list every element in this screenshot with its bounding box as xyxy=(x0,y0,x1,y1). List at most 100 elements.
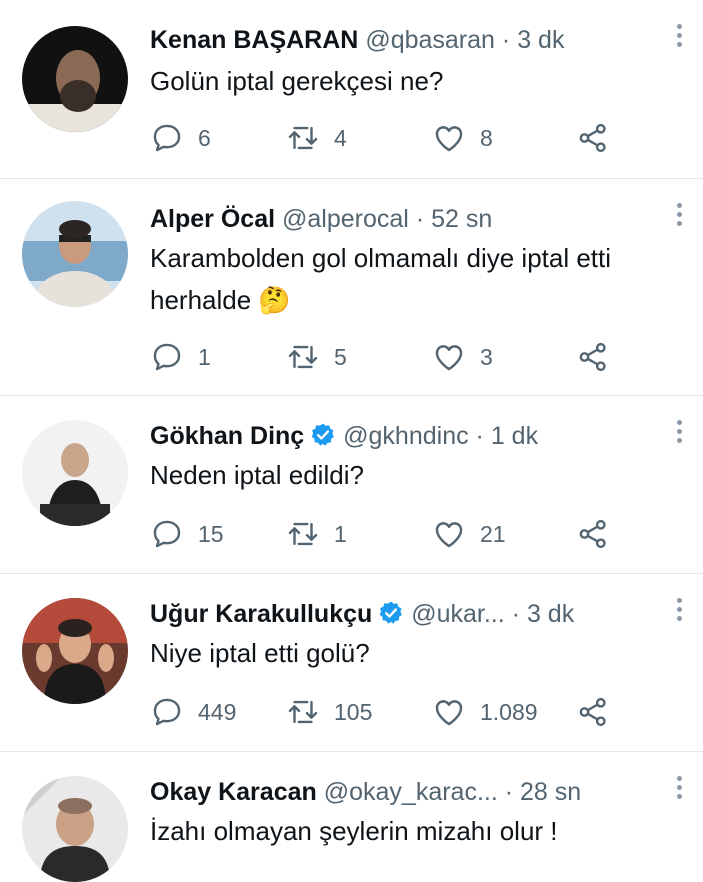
reply-icon xyxy=(153,343,181,371)
reply-button[interactable]: 449 xyxy=(150,692,236,732)
timestamp[interactable]: 52 sn xyxy=(431,205,492,233)
tweet-text: Golün iptal gerekçesi ne? xyxy=(150,60,689,102)
separator-dot: · xyxy=(415,205,425,233)
reply-icon xyxy=(153,124,181,152)
tweet-card[interactable]: Alper Öcal @alperocal · 52 sn Karambolde… xyxy=(0,179,703,396)
share-button[interactable] xyxy=(576,514,610,554)
separator-dot: · xyxy=(475,422,484,450)
more-options-icon[interactable] xyxy=(675,598,683,628)
reply-button[interactable]: 6 xyxy=(150,118,211,158)
tweet-card[interactable]: Okay Karacan @okay_karac... · 28 sn İzah… xyxy=(0,752,703,882)
avatar[interactable] xyxy=(22,26,128,132)
separator-dot: · xyxy=(504,778,514,806)
more-options-icon[interactable] xyxy=(675,420,683,450)
share-button[interactable] xyxy=(576,692,610,732)
retweet-button[interactable]: 4 xyxy=(286,118,347,158)
reply-button[interactable]: 15 xyxy=(150,514,224,554)
author-handle[interactable]: @alperocal xyxy=(282,205,409,233)
tweet-header: Gökhan Dinç @gkhndinc · 1 dk xyxy=(150,418,663,454)
author-name[interactable]: Gökhan Dinç xyxy=(150,422,304,450)
share-icon xyxy=(579,342,606,372)
heart-icon xyxy=(435,345,463,371)
author-handle[interactable]: @ukar... xyxy=(411,600,504,628)
heart-icon xyxy=(435,126,463,152)
like-button[interactable]: 21 xyxy=(432,514,506,554)
share-button[interactable] xyxy=(576,337,610,377)
share-icon xyxy=(579,123,606,153)
tweet-text-line: Golün iptal gerekçesi ne? xyxy=(150,66,444,96)
tweet-text: Neden iptal edildi? xyxy=(150,454,689,496)
tweet-text-line: Karambolden gol olmamalı diye iptal etti xyxy=(150,243,612,273)
share-button[interactable] xyxy=(576,118,610,158)
separator-dot: · xyxy=(501,26,511,54)
more-options-icon[interactable] xyxy=(675,203,683,233)
retweet-icon xyxy=(288,126,318,150)
action-bar: 449 105 1.089 xyxy=(150,692,620,732)
author-handle[interactable]: @qbasaran xyxy=(365,26,495,54)
tweet-header: Uğur Karakullukçu @ukar... · 3 dk xyxy=(150,596,663,632)
avatar[interactable] xyxy=(22,598,128,704)
like-button[interactable]: 3 xyxy=(432,337,493,377)
verified-badge-icon xyxy=(311,423,335,446)
retweet-count: 1 xyxy=(334,520,347,547)
reply-icon xyxy=(153,698,181,726)
tweet-card[interactable]: Kenan BAŞARAN @qbasaran · 3 dk Golün ipt… xyxy=(0,0,703,179)
like-count: 21 xyxy=(480,520,506,547)
author-name[interactable]: Kenan BAŞARAN xyxy=(150,26,358,54)
tweet-text-line: Niye iptal etti golü? xyxy=(150,638,370,668)
avatar[interactable] xyxy=(22,776,128,882)
share-icon xyxy=(579,519,606,549)
avatar[interactable] xyxy=(22,420,128,526)
reply-icon xyxy=(153,520,181,548)
tweet-header: Kenan BAŞARAN @qbasaran · 3 dk xyxy=(150,22,663,58)
like-count: 3 xyxy=(480,343,493,370)
verified-badge-icon xyxy=(379,601,403,624)
timestamp[interactable]: 3 dk xyxy=(517,26,564,54)
tweet-text-line: İzahı olmayan şeylerin mizahı olur ! xyxy=(150,816,558,846)
more-options-icon[interactable] xyxy=(675,24,683,54)
tweet-text-line: herhalde 🤔 xyxy=(150,285,291,315)
reply-count: 15 xyxy=(198,520,224,547)
reply-count: 449 xyxy=(198,698,237,725)
retweet-button[interactable]: 105 xyxy=(286,692,372,732)
retweet-button[interactable]: 1 xyxy=(286,514,347,554)
heart-icon xyxy=(435,522,463,548)
retweet-button[interactable]: 5 xyxy=(286,337,347,377)
reply-count: 1 xyxy=(198,343,211,370)
author-name[interactable]: Alper Öcal xyxy=(150,205,275,233)
share-icon xyxy=(579,697,606,727)
reply-button[interactable]: 1 xyxy=(150,337,211,377)
like-count: 8 xyxy=(480,124,493,151)
retweet-count: 4 xyxy=(334,124,347,151)
timestamp[interactable]: 3 dk xyxy=(527,600,574,628)
reply-count: 6 xyxy=(198,124,211,151)
timestamp[interactable]: 28 sn xyxy=(520,778,581,806)
retweet-count: 5 xyxy=(334,343,347,370)
retweet-icon xyxy=(288,522,318,546)
action-bar: 15 1 21 xyxy=(150,514,620,554)
like-button[interactable]: 8 xyxy=(432,118,493,158)
like-count: 1.089 xyxy=(480,698,538,725)
like-button[interactable]: 1.089 xyxy=(432,692,538,732)
more-options-icon[interactable] xyxy=(675,776,683,806)
timestamp[interactable]: 1 dk xyxy=(491,422,538,450)
tweet-text: Karambolden gol olmamalı diye iptal etti… xyxy=(150,237,689,321)
author-name[interactable]: Okay Karacan xyxy=(150,778,317,806)
heart-icon xyxy=(435,700,463,726)
author-handle[interactable]: @okay_karac... xyxy=(324,778,498,806)
tweet-text: Niye iptal etti golü? xyxy=(150,632,689,674)
action-bar: 6 4 8 xyxy=(150,118,620,158)
tweet-text-line: Neden iptal edildi? xyxy=(150,460,364,490)
tweet-card[interactable]: Gökhan Dinç @gkhndinc · 1 dk Neden iptal… xyxy=(0,396,703,574)
action-bar: 1 5 3 xyxy=(150,337,620,377)
tweet-header: Alper Öcal @alperocal · 52 sn xyxy=(150,201,663,237)
author-handle[interactable]: @gkhndinc xyxy=(343,422,468,450)
retweet-icon xyxy=(288,345,318,369)
tweet-text: İzahı olmayan şeylerin mizahı olur ! xyxy=(150,810,689,852)
tweet-card[interactable]: Uğur Karakullukçu @ukar... · 3 dk Niye i… xyxy=(0,574,703,752)
author-name[interactable]: Uğur Karakullukçu xyxy=(150,600,372,628)
tweet-header: Okay Karacan @okay_karac... · 28 sn xyxy=(150,774,663,810)
avatar[interactable] xyxy=(22,201,128,307)
retweet-count: 105 xyxy=(334,698,373,725)
separator-dot: · xyxy=(511,600,520,628)
